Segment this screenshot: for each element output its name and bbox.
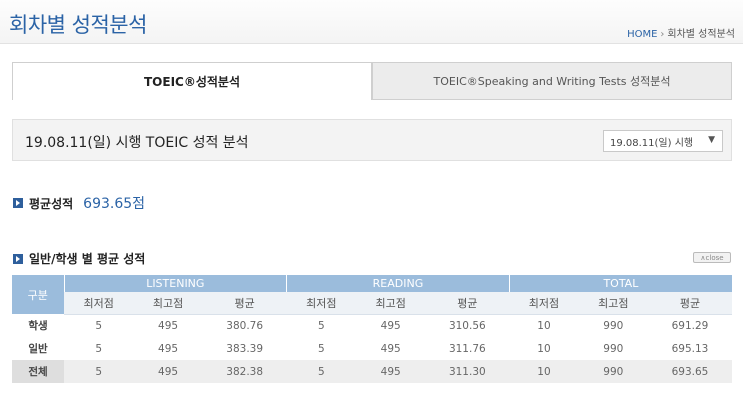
column-header: 최저점: [64, 292, 134, 315]
table-cell: 990: [578, 360, 648, 383]
breadcrumb-current: 회차별 성적분석: [667, 29, 735, 40]
table-row-general: 일반 5 495 383.39 5 495 311.76 10 990 695.…: [12, 337, 732, 360]
row-label: 학생: [28, 320, 48, 332]
table-cell: 383.39: [226, 342, 264, 355]
section-bullet-icon: [13, 253, 23, 264]
breadcrumb-home-link[interactable]: HOME: [627, 29, 657, 40]
table-cell: 495: [380, 319, 401, 332]
page-title: 회차별 성적분석: [9, 13, 147, 37]
tab-bar: TOEIC®성적분석 TOEIC®Speaking and Writing Te…: [12, 62, 732, 100]
table-cell: 311.30: [425, 360, 510, 383]
column-header: 최고점: [133, 292, 203, 315]
table-row-student: 학생 5 495 380.76 5 495 310.56 10 990 691.…: [12, 314, 732, 337]
table-row-header: 구분: [12, 275, 64, 314]
table-cell: 5: [317, 319, 325, 332]
table-cell: 10: [537, 342, 551, 355]
table-cell: 5: [286, 360, 356, 383]
dropdown-arrow-icon: ▼: [708, 135, 715, 145]
exam-date-select[interactable]: 19.08.11(일) 시행 ▼: [603, 130, 723, 152]
table-cell: 495: [133, 360, 203, 383]
score-table: 구분 LISTENING READING TOTAL 최저점 최고점 평균 최저…: [12, 275, 732, 383]
table-cell: 380.76: [226, 319, 264, 332]
average-score-value: 693.65점: [83, 196, 146, 212]
page-header: 회차별 성적분석 HOME › 회차별 성적분석: [0, 0, 743, 44]
table-cell: 495: [356, 360, 426, 383]
column-header: 최고점: [356, 292, 426, 315]
group-header-listening: LISTENING: [63, 275, 287, 292]
exam-date-select-value: 19.08.11(일) 시행: [610, 137, 694, 149]
section-bullet-icon: [13, 198, 23, 208]
row-label: 전체: [12, 360, 64, 383]
table-cell: 990: [603, 342, 624, 355]
table-cell: 10: [509, 360, 579, 383]
breadcrumb: HOME › 회차별 성적분석: [627, 25, 735, 40]
table-cell: 693.65: [648, 360, 732, 383]
column-header: 최저점: [509, 292, 579, 315]
table-cell: 5: [95, 319, 103, 332]
table-row-total: 전체 5 495 382.38 5 495 311.30 10 990 693.…: [12, 360, 732, 383]
table-cell: 495: [158, 319, 179, 332]
table-cell: 382.38: [202, 360, 287, 383]
column-header: 평균: [425, 292, 510, 315]
group-header-reading: READING: [286, 275, 510, 292]
average-score-row: 평균성적 693.65점: [13, 193, 145, 213]
close-button[interactable]: ∧close: [693, 252, 731, 263]
tab-divider: [12, 99, 732, 100]
breadcrumb-separator: ›: [660, 29, 665, 40]
table-cell: 695.13: [671, 342, 709, 355]
table-cell: 5: [64, 360, 134, 383]
table-cell: 691.29: [671, 319, 709, 332]
group-header-total: TOTAL: [508, 275, 732, 292]
average-score-label: 평균성적: [29, 196, 74, 211]
column-header: 최고점: [578, 292, 648, 315]
table-cell: 10: [537, 319, 551, 332]
column-header: 최저점: [286, 292, 356, 315]
table-cell: 495: [380, 342, 401, 355]
tab-toeic-analysis[interactable]: TOEIC®성적분석: [12, 62, 372, 100]
exam-title: 19.08.11(일) 시행 TOEIC 성적 분석: [25, 135, 249, 151]
table-cell: 311.76: [448, 342, 486, 355]
column-header: 평균: [202, 292, 287, 315]
table-cell: 495: [158, 342, 179, 355]
row-label: 일반: [28, 343, 48, 355]
tab-speaking-writing-analysis[interactable]: TOEIC®Speaking and Writing Tests 성적분석: [372, 62, 732, 100]
column-header: 평균: [648, 292, 732, 315]
group-average-heading: 일반/학생 별 평균 성적: [13, 250, 145, 267]
table-cell: 990: [603, 319, 624, 332]
table-cell: 310.56: [448, 319, 486, 332]
group-average-title: 일반/학생 별 평균 성적: [29, 252, 146, 266]
table-cell: 5: [317, 342, 325, 355]
table-cell: 5: [95, 342, 103, 355]
exam-header-bar: 19.08.11(일) 시행 TOEIC 성적 분석 19.08.11(일) 시…: [12, 119, 732, 161]
